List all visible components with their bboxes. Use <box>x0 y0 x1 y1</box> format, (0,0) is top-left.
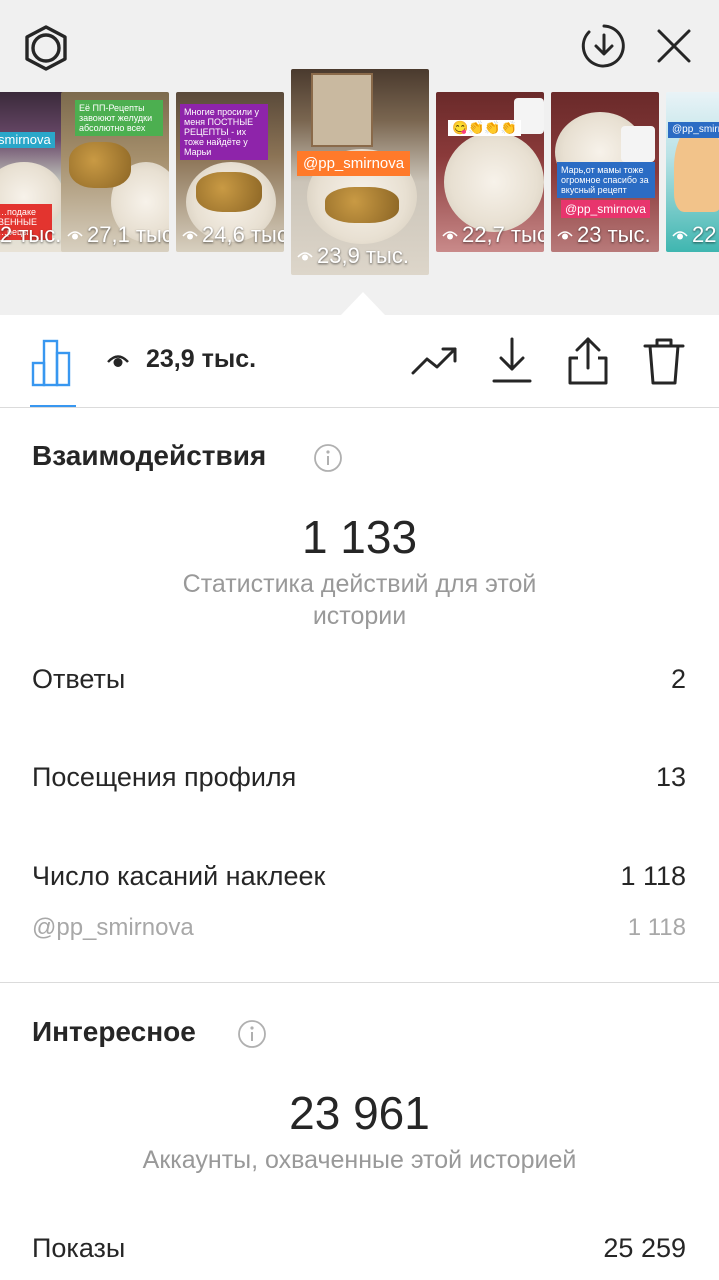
settings-button[interactable] <box>20 22 72 74</box>
eye-icon <box>442 231 458 240</box>
eye-icon <box>182 231 198 240</box>
story-views-value: 24,6 тыс. <box>202 222 284 247</box>
active-tab-indicator <box>30 405 76 407</box>
promote-button[interactable] <box>409 335 461 387</box>
napkin-holder-image <box>311 73 373 147</box>
tab-insights[interactable] <box>24 335 80 405</box>
info-icon[interactable] <box>237 1019 267 1049</box>
story-views-value: 23,9 тыс. <box>317 243 409 268</box>
insights-toolbar: 23,9 тыс. <box>0 315 719 408</box>
impressions-value: 25 259 <box>603 1233 686 1263</box>
story-thumbnail[interactable]: @pp_smirnova 22 <box>666 92 719 252</box>
story-views-value: 22,7 тыс. <box>462 222 544 247</box>
discovery-caption: Аккаунты, охваченные этой историей <box>142 1146 577 1174</box>
delete-button[interactable] <box>638 335 690 387</box>
download-icon <box>492 337 532 383</box>
story-views: 22 <box>672 222 716 248</box>
story-views-value: 2 тыс. <box>0 222 62 247</box>
cup-image <box>621 126 655 162</box>
toolbar-views: 23,9 тыс. <box>106 345 256 374</box>
interactions-title: Взаимодействия <box>32 440 267 471</box>
story-handle: smirnova <box>0 132 55 148</box>
share-button[interactable] <box>562 335 614 387</box>
story-caption: Её ПП-Рецепты завоюют желудки абсолютно … <box>75 100 163 136</box>
profile-visits-label: Посещения профиля <box>32 762 297 792</box>
story-handle: @pp_smirnova <box>297 151 411 176</box>
selected-pointer <box>341 292 385 315</box>
trash-icon <box>643 338 685 385</box>
sticker-handle-label: @pp_smirnova <box>32 914 194 941</box>
story-views: 27,1 тыс. <box>67 222 169 248</box>
story-views: 22,7 тыс. <box>442 222 544 248</box>
story-handle: @pp_smirnova <box>561 200 650 218</box>
story-thumbnail[interactable]: Многие просили у меня ПОСТНЫЕ РЕЦЕПТЫ - … <box>176 92 284 252</box>
story-views: 23,9 тыс. <box>297 243 409 269</box>
replies-value: 2 <box>670 664 686 694</box>
close-button[interactable] <box>648 20 700 72</box>
story-caption: Многие просили у меня ПОСТНЫЕ РЕЦЕПТЫ - … <box>180 104 268 160</box>
bar-chart-icon <box>31 339 71 387</box>
story-caption: 😋👏👏👏 <box>448 120 521 136</box>
story-thumbnail[interactable]: Марь,от мамы тоже огромное спасибо за вк… <box>551 92 659 252</box>
share-icon <box>568 337 608 385</box>
sticker-taps-value: 1 118 <box>620 861 686 891</box>
trending-icon <box>411 347 457 375</box>
sticker-taps-label: Число касаний наклеек <box>32 861 326 891</box>
profile-visits-value: 13 <box>655 762 686 792</box>
toolbar-views-value: 23,9 тыс. <box>146 345 257 373</box>
story-views: 2 тыс. <box>0 222 61 248</box>
download-circle-icon <box>581 24 625 68</box>
gear-icon <box>25 25 67 71</box>
download-button[interactable] <box>486 335 538 387</box>
pancake-image <box>196 172 262 212</box>
interactions-total: 1 133 <box>301 511 418 563</box>
story-handle: @pp_smirnova <box>668 122 719 138</box>
pancake-image <box>325 187 399 223</box>
eye-icon <box>557 231 573 240</box>
section-divider <box>0 982 719 983</box>
story-thumbnail-selected[interactable]: @pp_smirnova 23,9 тыс. <box>291 69 429 275</box>
close-icon <box>657 29 691 63</box>
discovery-title: Интересное <box>32 1016 196 1047</box>
eye-icon <box>297 252 313 261</box>
interactions-caption: Статистика действий для этой истории <box>182 570 537 630</box>
pancake-image <box>69 142 131 188</box>
story-caption: Марь,от мамы тоже огромное спасибо за вк… <box>557 162 655 198</box>
eye-icon <box>107 354 129 367</box>
story-thumbnail[interactable]: 😋👏👏👏 22,7 тыс. <box>436 92 544 252</box>
info-icon[interactable] <box>313 443 343 473</box>
eye-icon <box>672 231 688 240</box>
story-thumbnail[interactable]: Её ПП-Рецепты завоюют желудки абсолютно … <box>61 92 169 252</box>
story-views-value: 23 тыс. <box>577 222 651 247</box>
save-story-button[interactable] <box>578 20 630 72</box>
story-views: 23 тыс. <box>557 222 651 248</box>
plate-image <box>444 132 544 232</box>
replies-label: Ответы <box>32 664 126 694</box>
story-views: 24,6 тыс. <box>182 222 284 248</box>
impressions-label: Показы <box>32 1233 126 1263</box>
sticker-handle-value: 1 118 <box>627 914 686 941</box>
eye-icon <box>67 231 83 240</box>
discovery-total: 23 961 <box>289 1087 430 1139</box>
story-views-value: 27,1 тыс. <box>87 222 169 247</box>
story-views-value: 22 <box>692 222 717 247</box>
